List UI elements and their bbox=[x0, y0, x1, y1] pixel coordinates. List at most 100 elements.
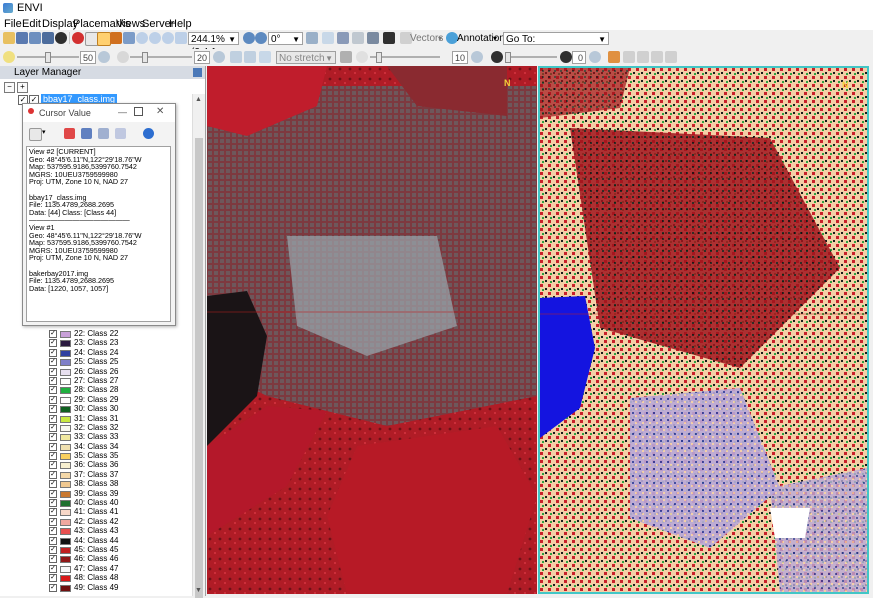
class-list-item[interactable]: ✓ 29: Class 29 bbox=[49, 395, 189, 404]
zoom-full-icon[interactable] bbox=[175, 32, 187, 44]
class-list-item[interactable]: ✓ 43: Class 43 bbox=[49, 526, 189, 536]
brightness-value[interactable]: 50 bbox=[80, 51, 96, 64]
expand-all-icon[interactable]: + bbox=[17, 82, 28, 93]
class-list-item[interactable]: ✓ 28: Class 28 bbox=[49, 385, 189, 395]
menu-file[interactable]: File bbox=[4, 18, 22, 30]
class-visibility-checkbox[interactable]: ✓ bbox=[49, 442, 57, 451]
scroll-down-icon[interactable]: ▼ bbox=[195, 587, 202, 594]
class-list-item[interactable]: ✓ 33: Class 33 bbox=[49, 432, 189, 442]
class-visibility-checkbox[interactable]: ✓ bbox=[49, 358, 57, 367]
crosshair-icon[interactable] bbox=[97, 32, 111, 46]
keyboard-icon[interactable] bbox=[383, 32, 395, 44]
placemark-icon[interactable] bbox=[72, 32, 84, 44]
minimize-icon[interactable]: — bbox=[118, 107, 127, 117]
class-visibility-checkbox[interactable]: ✓ bbox=[49, 461, 57, 470]
sharpen-slider-thumb[interactable] bbox=[376, 52, 382, 63]
contrast-slider-thumb[interactable] bbox=[142, 52, 148, 63]
layout-2-icon[interactable] bbox=[637, 51, 649, 63]
collapse-all-icon[interactable]: − bbox=[4, 82, 15, 93]
class-visibility-checkbox[interactable]: ✓ bbox=[49, 536, 57, 545]
menu-help[interactable]: Help bbox=[169, 18, 192, 30]
display-icon[interactable] bbox=[42, 32, 54, 44]
class-list-item[interactable]: ✓ 44: Class 44 bbox=[49, 536, 189, 545]
pin-panel-icon[interactable] bbox=[193, 68, 202, 77]
transparency-slider[interactable] bbox=[505, 56, 557, 58]
class-list-item[interactable]: ✓ 32: Class 32 bbox=[49, 423, 189, 432]
zoom-fixed-icon[interactable] bbox=[162, 32, 174, 44]
class-list-item[interactable]: ✓ 41: Class 41 bbox=[49, 507, 189, 517]
reset-contrast-icon[interactable] bbox=[213, 51, 225, 63]
class-visibility-checkbox[interactable]: ✓ bbox=[49, 423, 57, 432]
class-list-item[interactable]: ✓ 24: Class 24 bbox=[49, 348, 189, 357]
menu-views[interactable]: Views bbox=[116, 18, 145, 30]
transparency-value[interactable]: 0 bbox=[572, 51, 586, 64]
measure-icon[interactable] bbox=[367, 32, 379, 44]
class-list-item[interactable]: ✓ 26: Class 26 bbox=[49, 367, 189, 376]
menu-edit[interactable]: Edit bbox=[22, 18, 41, 30]
class-list-item[interactable]: ✓ 27: Class 27 bbox=[49, 376, 189, 385]
print-icon[interactable] bbox=[29, 32, 41, 44]
class-visibility-checkbox[interactable]: ✓ bbox=[49, 433, 57, 442]
copy-icon[interactable] bbox=[29, 128, 42, 141]
class-list-item[interactable]: ✓ 31: Class 31 bbox=[49, 414, 189, 423]
reset-transparency-icon[interactable] bbox=[589, 51, 601, 63]
class-visibility-checkbox[interactable]: ✓ bbox=[49, 470, 57, 479]
class-visibility-checkbox[interactable]: ✓ bbox=[49, 555, 57, 564]
class-list-item[interactable]: ✓ 38: Class 38 bbox=[49, 479, 189, 489]
scrollbar-thumb[interactable] bbox=[195, 138, 203, 598]
vertical-scrollbar[interactable]: ▲ ▼ bbox=[192, 94, 205, 598]
zoom-in-icon[interactable] bbox=[136, 32, 148, 44]
zoom-out-icon[interactable] bbox=[149, 32, 161, 44]
scroll-up-icon[interactable]: ▲ bbox=[195, 96, 202, 103]
sharpen-value[interactable]: 10 bbox=[452, 51, 468, 64]
layout-4-icon[interactable] bbox=[665, 51, 677, 63]
window-icon[interactable] bbox=[115, 128, 126, 139]
class-list-item[interactable]: ✓ 35: Class 35 bbox=[49, 451, 189, 461]
class-list-item[interactable]: ✓ 45: Class 45 bbox=[49, 545, 189, 554]
table-icon[interactable] bbox=[81, 128, 92, 139]
class-list-item[interactable]: ✓ 23: Class 23 bbox=[49, 338, 189, 348]
data-manager-icon[interactable] bbox=[16, 32, 28, 44]
class-visibility-checkbox[interactable]: ✓ bbox=[49, 395, 57, 404]
class-list-item[interactable]: ✓ 40: Class 40 bbox=[49, 498, 189, 508]
histogram-icon[interactable] bbox=[259, 51, 271, 63]
annotations-label[interactable]: Annotations bbox=[457, 32, 510, 45]
class-visibility-checkbox[interactable]: ✓ bbox=[49, 517, 57, 526]
class-visibility-checkbox[interactable]: ✓ bbox=[49, 330, 57, 338]
help-icon[interactable] bbox=[143, 128, 154, 139]
class-visibility-checkbox[interactable]: ✓ bbox=[49, 583, 57, 592]
blend-icon[interactable] bbox=[337, 32, 349, 44]
layout-3-icon[interactable] bbox=[651, 51, 663, 63]
class-visibility-checkbox[interactable]: ✓ bbox=[49, 574, 57, 583]
transparency-slider-thumb[interactable] bbox=[505, 52, 511, 63]
class-list-item[interactable]: ✓ 47: Class 47 bbox=[49, 564, 189, 573]
view-2-classification-image[interactable]: N bbox=[538, 66, 869, 594]
rotate-left-icon[interactable] bbox=[243, 32, 255, 44]
class-list-item[interactable]: ✓ 36: Class 36 bbox=[49, 460, 189, 470]
reset-sharpen-icon[interactable] bbox=[471, 51, 483, 63]
goto-combo[interactable]: Go To: ▼ bbox=[503, 32, 609, 45]
chevron-down-icon[interactable]: ▾ bbox=[42, 128, 46, 136]
portal-icon[interactable] bbox=[352, 32, 364, 44]
close-icon[interactable]: ✕ bbox=[156, 106, 164, 117]
flicker-icon[interactable] bbox=[306, 32, 318, 44]
stretch-combo[interactable]: No stretch ▼ bbox=[276, 51, 336, 64]
class-list-item[interactable]: ✓ 46: Class 46 bbox=[49, 554, 189, 564]
class-visibility-checkbox[interactable]: ✓ bbox=[49, 545, 57, 554]
rotate-icon[interactable] bbox=[123, 32, 135, 44]
class-visibility-checkbox[interactable]: ✓ bbox=[49, 414, 57, 423]
stretch-type-icon[interactable] bbox=[244, 51, 256, 63]
class-visibility-checkbox[interactable]: ✓ bbox=[49, 376, 57, 385]
class-list-item[interactable]: ✓ 49: Class 49 bbox=[49, 583, 189, 592]
contrast-slider[interactable] bbox=[130, 56, 192, 58]
class-visibility-checkbox[interactable]: ✓ bbox=[49, 489, 57, 498]
maximize-icon[interactable] bbox=[134, 107, 143, 116]
view-1-false-color-image[interactable]: N bbox=[207, 66, 537, 594]
rotation-combo[interactable]: 0° ▼ bbox=[268, 32, 303, 45]
reset-brightness-icon[interactable] bbox=[98, 51, 110, 63]
class-visibility-checkbox[interactable]: ✓ bbox=[49, 386, 57, 395]
class-list-item[interactable]: ✓ 39: Class 39 bbox=[49, 489, 189, 498]
swipe-icon[interactable] bbox=[322, 32, 334, 44]
class-visibility-checkbox[interactable]: ✓ bbox=[49, 480, 57, 489]
grid-icon[interactable] bbox=[98, 128, 109, 139]
